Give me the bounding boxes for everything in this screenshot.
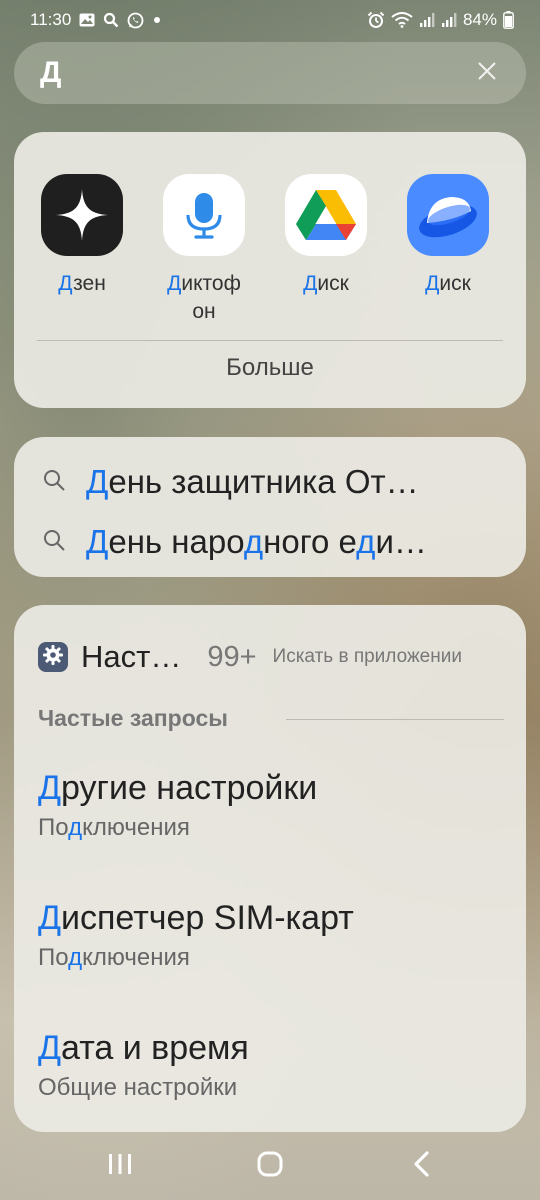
divider <box>286 719 504 720</box>
battery-percent: 84% <box>462 10 497 29</box>
yandex-disk-icon <box>407 174 489 256</box>
apps-results-card: Дзен Диктоф он Диск Диск Больше <box>14 132 526 408</box>
divider <box>37 340 503 341</box>
app-voice-recorder[interactable]: Диктоф он <box>143 174 265 326</box>
section-label: Частые запросы <box>38 705 228 731</box>
search-suggestions-card: День защитника От… День народного еди… <box>14 437 526 577</box>
results-count: 99+ <box>207 640 257 673</box>
whatsapp-icon <box>127 12 144 29</box>
search-icon <box>42 468 66 497</box>
home-button[interactable] <box>240 1136 300 1196</box>
app-dzen[interactable]: Дзен <box>21 174 143 326</box>
dzen-icon <box>41 174 123 256</box>
apps-row: Дзен Диктоф он Диск Диск <box>14 132 526 326</box>
result-title: Дата и время <box>38 1029 249 1067</box>
app-label: Диск <box>425 272 471 295</box>
navigation-bar <box>0 1132 540 1200</box>
app-label: Диск <box>303 272 349 295</box>
settings-result-item[interactable]: Дата и время Общие настройки <box>38 1029 249 1102</box>
search-input[interactable] <box>40 56 472 90</box>
suggestion-item[interactable]: День защитника От… <box>14 457 526 507</box>
settings-results-card: Наст… 99+ Искать в приложении Частые зап… <box>14 605 526 1132</box>
dot-icon <box>152 15 162 25</box>
search-bar[interactable] <box>14 42 526 104</box>
signal-icon <box>441 12 457 28</box>
gallery-icon <box>79 13 95 27</box>
result-subtitle: Подключения <box>38 814 190 841</box>
signal-icon <box>419 12 435 28</box>
clear-search-button[interactable] <box>472 58 502 88</box>
app-label: Дзен <box>58 272 106 295</box>
search-icon <box>103 12 119 28</box>
app-label: Диктоф он <box>167 272 241 323</box>
microphone-icon <box>163 174 245 256</box>
gear-icon <box>42 644 64 671</box>
settings-app-title[interactable]: Наст… <box>81 639 181 675</box>
settings-result-item[interactable]: Диспетчер SIM-карт Подключения <box>38 899 354 972</box>
settings-app-icon[interactable] <box>38 642 68 672</box>
recent-apps-icon <box>106 1152 134 1181</box>
alarm-icon <box>367 11 385 29</box>
more-apps-button[interactable]: Больше <box>14 354 526 382</box>
recent-apps-button[interactable] <box>90 1136 150 1196</box>
status-bar: 11:30 84% <box>0 0 540 40</box>
suggestion-text: День защитника От… <box>86 463 419 500</box>
result-subtitle: Подключения <box>38 944 190 971</box>
back-icon <box>412 1150 432 1182</box>
search-icon <box>42 528 66 557</box>
back-button[interactable] <box>392 1136 452 1196</box>
wifi-icon <box>391 12 413 28</box>
suggestion-text: День народного еди… <box>86 523 427 560</box>
google-drive-icon <box>285 174 367 256</box>
close-icon <box>477 61 497 86</box>
app-yandex-disk[interactable]: Диск <box>387 174 509 326</box>
search-in-app-link[interactable]: Искать в приложении <box>273 646 462 668</box>
result-title: Диспетчер SIM-карт <box>38 899 354 937</box>
status-time: 11:30 <box>30 10 72 29</box>
suggestion-item[interactable]: День народного еди… <box>14 517 526 567</box>
settings-result-item[interactable]: Другие настройки Подключения <box>38 769 317 842</box>
battery-icon <box>503 11 514 29</box>
settings-header: Наст… 99+ Искать в приложении <box>38 639 508 675</box>
result-title: Другие настройки <box>38 769 318 807</box>
app-google-drive[interactable]: Диск <box>265 174 387 326</box>
result-subtitle: Общие настройки <box>38 1074 238 1101</box>
home-icon <box>256 1150 284 1183</box>
